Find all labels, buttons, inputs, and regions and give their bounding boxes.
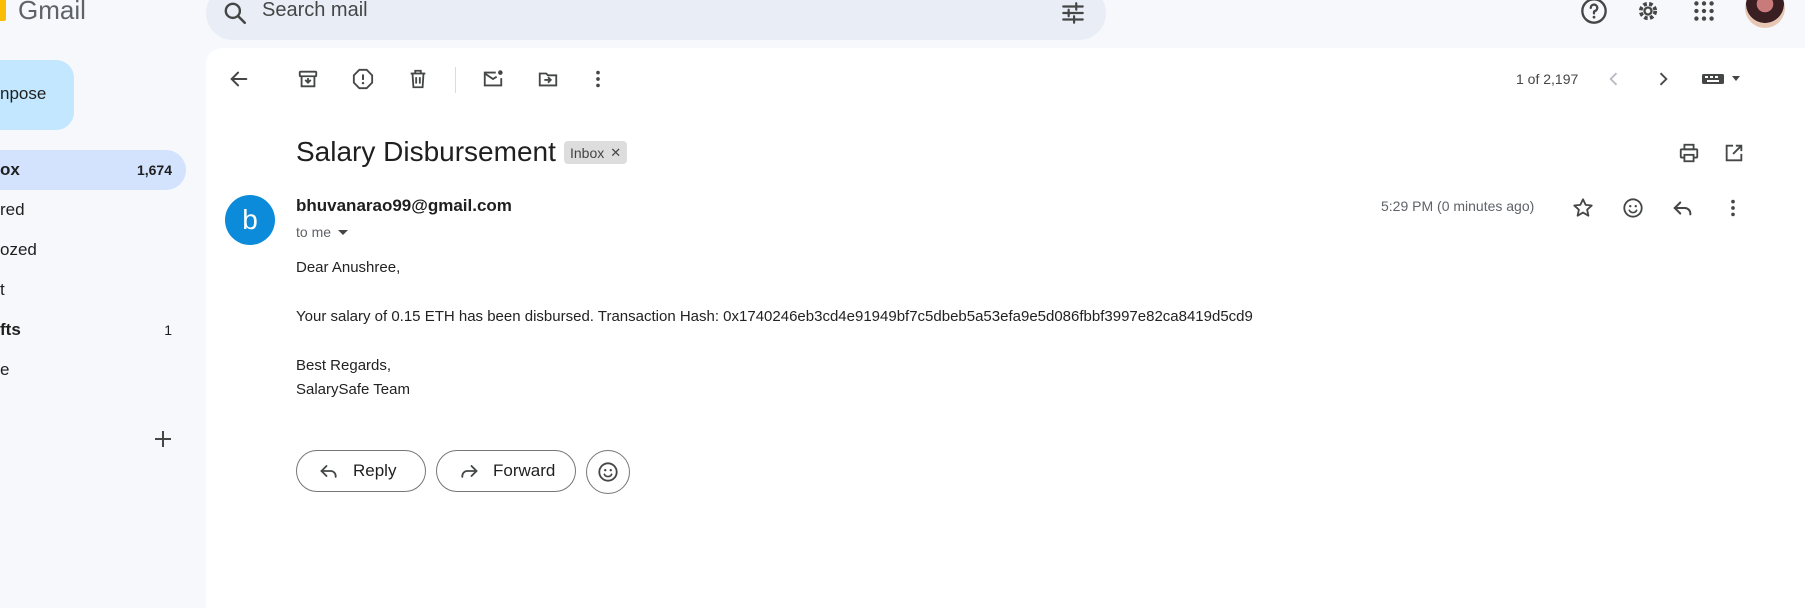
sidebar-item-sent[interactable]: t bbox=[0, 270, 186, 310]
caret-down-icon bbox=[338, 230, 349, 235]
email-subject: Salary Disbursement bbox=[296, 136, 556, 167]
email-signature: SalarySafe Team bbox=[296, 381, 410, 398]
search-options-icon[interactable] bbox=[1060, 0, 1086, 31]
sender-email[interactable]: bhuvanarao99@gmail.com bbox=[296, 196, 512, 216]
more-options-icon[interactable] bbox=[581, 62, 615, 96]
message-pane bbox=[206, 48, 1805, 608]
sidebar-item-count: 1,674 bbox=[136, 162, 172, 178]
print-icon[interactable] bbox=[1672, 136, 1706, 170]
message-timestamp: 5:29 PM (0 minutes ago) bbox=[1381, 198, 1535, 214]
sidebar-item-label: red bbox=[0, 200, 25, 219]
reply-arrow-icon[interactable] bbox=[1666, 191, 1700, 225]
delete-icon[interactable] bbox=[401, 62, 435, 96]
reply-button[interactable]: Reply bbox=[296, 450, 426, 492]
email-signoff: Best Regards, bbox=[296, 357, 392, 374]
settings-gear-icon[interactable] bbox=[1628, 0, 1668, 31]
reply-label: Reply bbox=[353, 461, 397, 480]
open-in-new-window-icon[interactable] bbox=[1717, 136, 1751, 170]
recipient-details[interactable]: to me bbox=[296, 224, 349, 240]
toolbar-divider bbox=[455, 67, 456, 93]
back-arrow-icon[interactable] bbox=[222, 62, 256, 96]
compose-button[interactable]: npose bbox=[0, 60, 74, 130]
sender-avatar[interactable]: b bbox=[225, 195, 275, 245]
add-reaction-emoji-icon[interactable] bbox=[1616, 191, 1650, 225]
mark-unread-icon[interactable] bbox=[476, 62, 510, 96]
email-message: Your salary of 0.15 ETH has been disburs… bbox=[296, 308, 1253, 325]
forward-button[interactable]: Forward bbox=[436, 450, 576, 492]
pagination-count: 1 of 2,197 bbox=[1516, 71, 1579, 87]
reply-arrow-icon bbox=[319, 461, 339, 481]
sidebar-item-label: t bbox=[0, 280, 5, 299]
smiley-icon bbox=[598, 462, 618, 482]
sidebar-item-starred[interactable]: red bbox=[0, 190, 186, 230]
apps-grid-icon[interactable] bbox=[1684, 0, 1724, 31]
sidebar-item-label: ox bbox=[0, 160, 20, 179]
emoji-reaction-button[interactable] bbox=[586, 450, 630, 494]
sidebar-item-more[interactable]: e bbox=[0, 350, 186, 390]
search-bar[interactable]: Search mail bbox=[206, 0, 1106, 40]
sidebar-item-drafts[interactable]: fts 1 bbox=[0, 310, 186, 350]
move-to-icon[interactable] bbox=[531, 62, 565, 96]
gmail-logo[interactable]: Gmail bbox=[0, 0, 86, 28]
compose-label: npose bbox=[0, 84, 47, 103]
report-spam-icon[interactable] bbox=[346, 62, 380, 96]
gmail-wordmark: Gmail bbox=[18, 0, 86, 25]
message-more-options-icon[interactable] bbox=[1716, 191, 1750, 225]
forward-arrow-icon bbox=[459, 461, 479, 481]
gmail-logo-icon bbox=[0, 0, 6, 21]
sidebar-item-label: ozed bbox=[0, 240, 37, 259]
account-avatar[interactable] bbox=[1745, 0, 1785, 28]
forward-label: Forward bbox=[493, 461, 556, 480]
recipient-label: to me bbox=[296, 224, 332, 240]
sidebar-item-count: 1 bbox=[164, 322, 172, 338]
sidebar-item-label: e bbox=[0, 360, 10, 379]
sidebar-item-label: fts bbox=[0, 320, 21, 339]
add-label-plus-icon[interactable] bbox=[150, 426, 176, 452]
remove-label-close-icon[interactable]: ✕ bbox=[610, 145, 621, 161]
star-icon[interactable] bbox=[1566, 191, 1600, 225]
label-text: Inbox bbox=[570, 144, 605, 161]
input-tools-keyboard-icon[interactable] bbox=[1697, 62, 1747, 96]
help-icon[interactable] bbox=[1574, 0, 1614, 31]
email-greeting: Dear Anushree, bbox=[296, 259, 401, 276]
inbox-label-badge[interactable]: Inbox ✕ bbox=[564, 141, 628, 164]
newer-chevron-left-icon[interactable] bbox=[1597, 62, 1631, 96]
older-chevron-right-icon[interactable] bbox=[1646, 62, 1680, 96]
archive-icon[interactable] bbox=[291, 62, 325, 96]
sidebar-item-snoozed[interactable]: ozed bbox=[0, 230, 186, 270]
search-icon[interactable] bbox=[222, 0, 248, 31]
sidebar-item-inbox[interactable]: ox 1,674 bbox=[0, 150, 186, 190]
search-input[interactable]: Search mail bbox=[262, 0, 368, 22]
